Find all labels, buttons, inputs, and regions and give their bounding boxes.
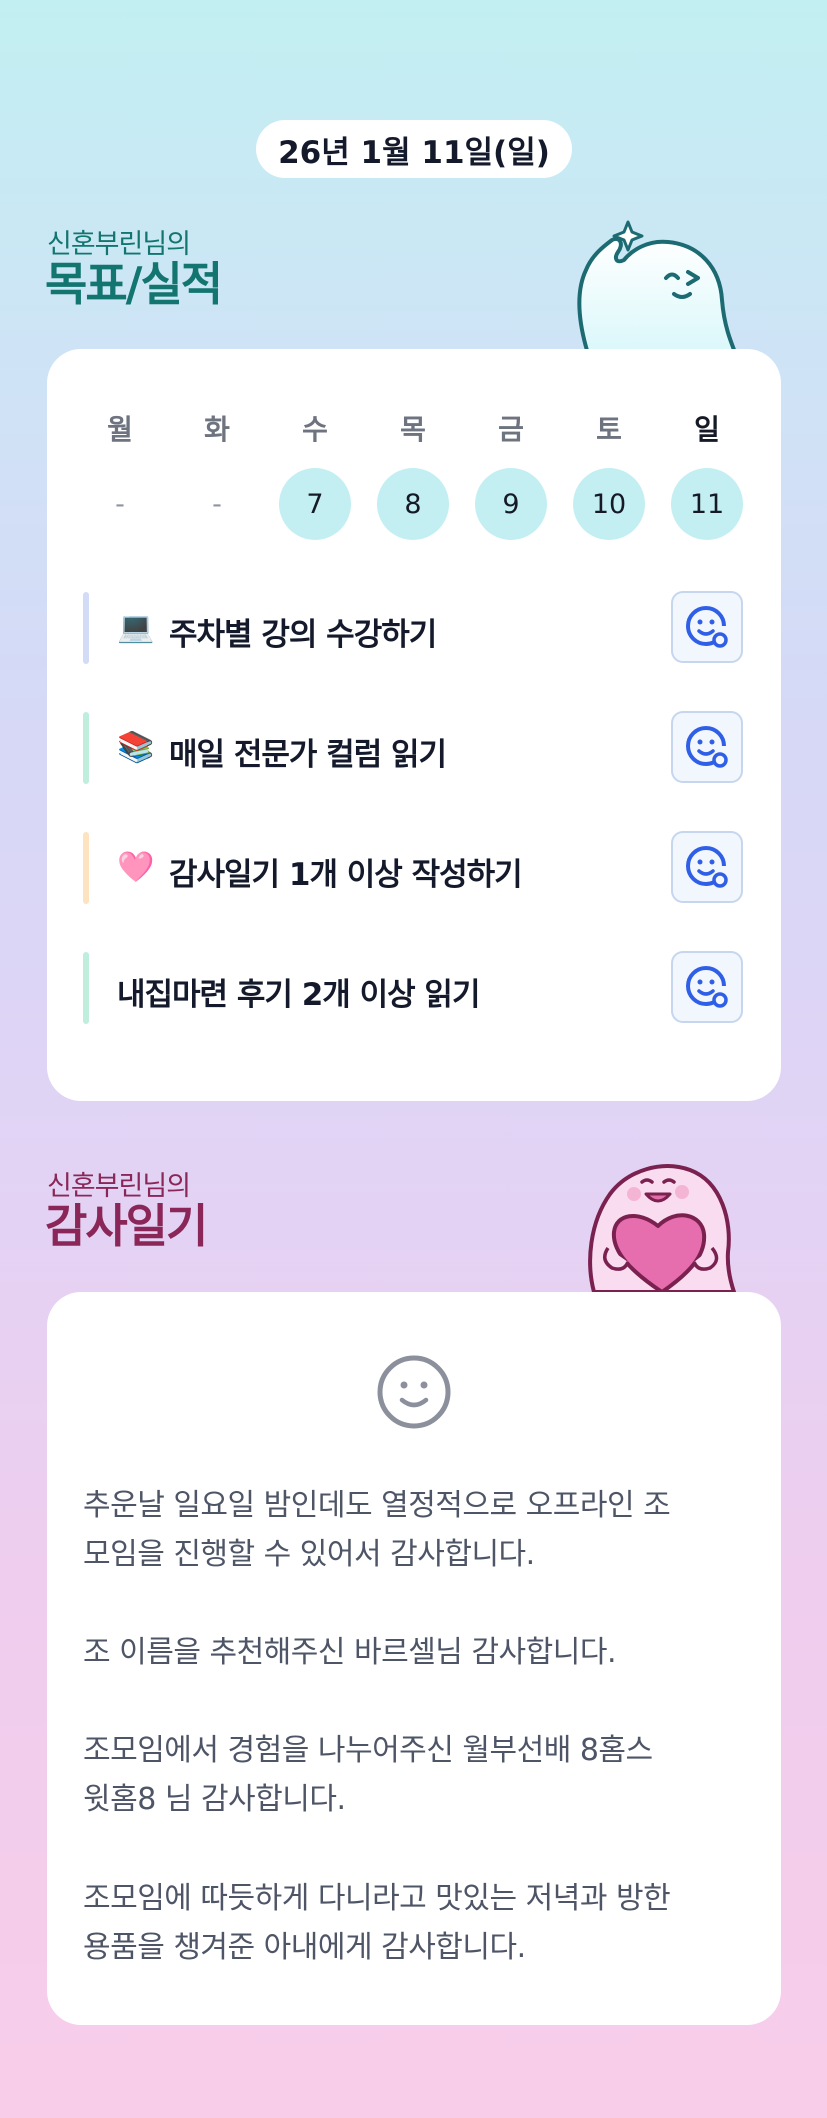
date-pill: 26년 1월 11일(일) [256, 120, 572, 178]
goal-label: 감사일기 1개 이상 작성하기 [169, 857, 523, 893]
day-name-wed: 수 [302, 413, 328, 446]
day-value-mon: - [115, 488, 125, 520]
goal-check-button[interactable] [671, 951, 743, 1023]
smiley-add-icon [686, 726, 728, 768]
gratitude-entry: 추운날 일요일 밤인데도 열정적으로 오프라인 조 모임을 진행할 수 있어서 … [83, 1481, 753, 1579]
goal-item: 📚 매일 전문가 컬럼 읽기 [83, 711, 743, 784]
gratitude-title: 감사일기 [45, 1199, 208, 1253]
goal-label: 내집마련 후기 2개 이상 읽기 [117, 977, 480, 1013]
gratitude-line: 조모임에 따듯하게 다니라고 맛있는 저녁과 방한 [83, 1881, 671, 1916]
goal-item: 🩷 감사일기 1개 이상 작성하기 [83, 831, 743, 904]
gratitude-entry: 조모임에서 경험을 나누어주신 월부선배 8홈스 윗홈8 님 감사합니다. [83, 1726, 753, 1824]
day-name-mon: 월 [107, 413, 133, 446]
gratitude-line: 모임을 진행할 수 있어서 감사합니다. [83, 1537, 535, 1572]
goal-check-button[interactable] [671, 831, 743, 903]
goals-title: 목표/실적 [45, 257, 223, 311]
day-value-thu[interactable]: 8 [377, 468, 449, 540]
day-name-sun: 일 [694, 413, 720, 446]
day-name-fri: 금 [498, 413, 524, 446]
day-name-thu: 목 [400, 413, 426, 446]
goal-accent-bar [83, 952, 89, 1024]
heart-icon: 🩷 [117, 850, 155, 885]
day-value-sun[interactable]: 11 [671, 468, 743, 540]
day-value-tue: - [212, 488, 222, 520]
ghost-mascot-icon [577, 220, 740, 358]
gratitude-line: 추운날 일요일 밤인데도 열정적으로 오프라인 조 [83, 1488, 671, 1523]
gratitude-line: 조 이름을 추천해주신 바르셀님 감사합니다. [83, 1635, 616, 1670]
day-value-sat[interactable]: 10 [573, 468, 645, 540]
goal-label: 주차별 강의 수강하기 [169, 617, 437, 653]
goal-item: 💻 주차별 강의 수강하기 [83, 591, 743, 664]
goal-label: 매일 전문가 컬럼 읽기 [169, 737, 447, 773]
goal-check-button[interactable] [671, 711, 743, 783]
goal-accent-bar [83, 712, 89, 784]
goal-accent-bar [83, 592, 89, 664]
gratitude-line: 용품을 챙겨준 아내에게 감사합니다. [83, 1930, 526, 1965]
gratitude-entry: 조모임에 따듯하게 다니라고 맛있는 저녁과 방한 용품을 챙겨준 아내에게 감… [83, 1874, 753, 1972]
gratitude-line: 윗홈8 님 감사합니다. [83, 1782, 346, 1817]
smiley-add-icon [686, 846, 728, 888]
books-icon: 📚 [117, 730, 155, 765]
laptop-icon: 💻 [117, 610, 155, 645]
date-label: 26년 1월 11일(일) [278, 134, 550, 171]
gratitude-entry: 조 이름을 추천해주신 바르셀님 감사합니다. [83, 1628, 753, 1677]
day-name-sat: 토 [596, 413, 622, 446]
goal-accent-bar [83, 832, 89, 904]
day-name-tue: 화 [204, 413, 230, 446]
goal-item: 내집마련 후기 2개 이상 읽기 [83, 951, 743, 1024]
heart-mascot-icon [588, 1164, 736, 1292]
smiley-face-icon [377, 1355, 451, 1429]
goal-check-button[interactable] [671, 591, 743, 663]
gratitude-line: 조모임에서 경험을 나누어주신 월부선배 8홈스 [83, 1733, 653, 1768]
smiley-add-icon [686, 606, 728, 648]
day-value-fri[interactable]: 9 [475, 468, 547, 540]
day-value-wed[interactable]: 7 [279, 468, 351, 540]
smiley-add-icon [686, 966, 728, 1008]
